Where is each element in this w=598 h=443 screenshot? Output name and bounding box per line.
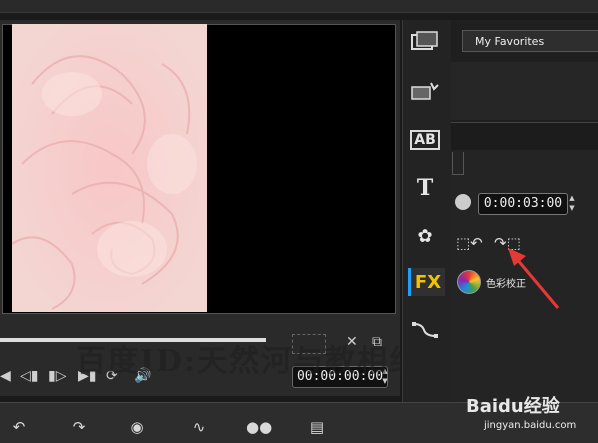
options-tab[interactable] — [452, 152, 464, 175]
options-tab-bar — [451, 122, 598, 152]
graphics-icon[interactable]: ✿ — [408, 222, 442, 250]
baidu-url: jingyan.baidu.com — [484, 420, 577, 431]
fx-icon[interactable]: FX — [408, 268, 445, 296]
rotate-left-icon[interactable]: ⬚↶ — [456, 234, 483, 252]
annotation-arrow — [508, 248, 560, 309]
duration-field[interactable]: 0:00:03:00 — [478, 193, 568, 215]
text-t-icon[interactable]: T — [408, 174, 442, 202]
duration-spinner[interactable]: ▲ ▼ — [566, 193, 578, 213]
transitions-icon[interactable] — [408, 78, 442, 106]
preview-image — [12, 24, 207, 312]
favorites-dropdown[interactable]: My Favorites — [462, 30, 598, 52]
video-library-icon[interactable] — [408, 28, 442, 56]
clock-icon — [455, 194, 471, 210]
top-strip — [0, 0, 598, 13]
options-header-band — [451, 62, 598, 120]
prev-frame-icon[interactable]: ◁▮ — [20, 368, 38, 384]
subtitle-icon[interactable]: ▤ — [306, 418, 328, 436]
watermark-text: 百度ID:天然河与教相约 — [76, 344, 422, 379]
redo-icon[interactable]: ↷ — [68, 418, 90, 436]
path-icon[interactable] — [408, 316, 442, 344]
next-frame-icon[interactable]: ▮▷ — [48, 368, 66, 384]
undo-icon[interactable]: ↶ — [8, 418, 30, 436]
skip-start-icon[interactable]: ◀ — [0, 368, 11, 384]
color-wheel-icon[interactable] — [457, 270, 481, 294]
baidu-logo: Baidu经验 — [466, 396, 560, 417]
motion-icon[interactable]: ●● — [246, 418, 272, 436]
film-reel-icon[interactable]: ◉ — [126, 418, 148, 436]
audio-wave-icon[interactable]: ∿ — [188, 418, 210, 436]
titles-ab-icon[interactable]: AB — [408, 126, 442, 154]
